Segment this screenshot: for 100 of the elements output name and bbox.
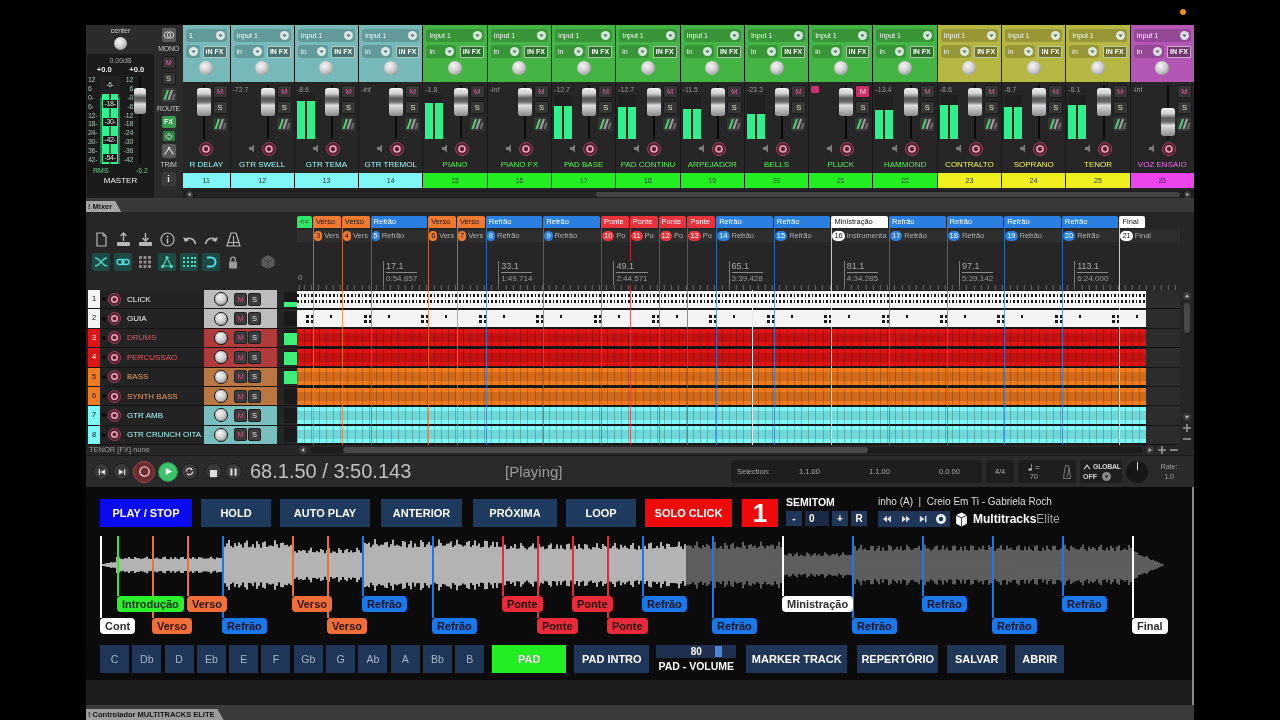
- media-item[interactable]: [297, 368, 1146, 386]
- section-marker[interactable]: Refrão: [1062, 596, 1107, 612]
- speaker-icon[interactable]: [505, 144, 511, 153]
- speaker-icon[interactable]: [634, 144, 640, 153]
- section-marker[interactable]: Refrão: [712, 618, 757, 634]
- metronome-icon[interactable]: [226, 232, 241, 247]
- volume-knob[interactable]: [214, 292, 228, 307]
- record-arm-icon[interactable]: [108, 408, 121, 422]
- snap-toggle[interactable]: [180, 253, 198, 271]
- info-button[interactable]: i: [161, 172, 176, 186]
- section-marker[interactable]: Final: [1132, 618, 1168, 634]
- key-button[interactable]: Db: [132, 645, 162, 673]
- record-arm-icon[interactable]: [108, 350, 121, 364]
- section-marker[interactable]: Refrão: [642, 596, 687, 612]
- record-arm-icon[interactable]: [199, 141, 214, 156]
- fader-track[interactable]: [710, 85, 725, 139]
- key-button[interactable]: C: [100, 645, 129, 673]
- volume-knob[interactable]: [214, 311, 228, 326]
- fader-track[interactable]: [389, 85, 404, 139]
- volume-knob[interactable]: [214, 427, 228, 442]
- fader-thumb[interactable]: [518, 88, 532, 117]
- fader-thumb[interactable]: [260, 88, 275, 117]
- fader-thumb[interactable]: [325, 88, 340, 117]
- section-marker[interactable]: Refrão: [992, 618, 1037, 634]
- semitone-up-button[interactable]: +: [832, 511, 848, 526]
- pad-intro-button[interactable]: PAD INTRO: [574, 645, 650, 673]
- fader-track[interactable]: [582, 85, 597, 139]
- section-marker[interactable]: Refrão: [362, 596, 407, 612]
- record-arm-icon[interactable]: [1033, 141, 1048, 156]
- power-icon[interactable]: [162, 131, 175, 141]
- speaker-icon[interactable]: [955, 144, 961, 153]
- record-arm-icon[interactable]: [904, 141, 919, 156]
- upload-icon[interactable]: [116, 232, 131, 247]
- record-arm-icon[interactable]: [583, 141, 598, 156]
- speaker-icon[interactable]: [827, 144, 833, 153]
- scroll-left-icon[interactable]: [299, 446, 307, 454]
- key-button[interactable]: Bb: [422, 645, 452, 673]
- media-item[interactable]: [297, 290, 1146, 308]
- solo-click-button[interactable]: SOLO CLICK: [645, 499, 732, 527]
- speaker-icon[interactable]: [441, 144, 447, 153]
- speaker-icon[interactable]: [763, 144, 768, 153]
- volume-slider[interactable]: 80: [656, 645, 737, 658]
- speaker-icon[interactable]: [1020, 144, 1026, 153]
- slider-thumb[interactable]: [714, 646, 722, 657]
- previous-button[interactable]: ANTERIOR: [381, 499, 462, 527]
- info-icon[interactable]: [160, 232, 175, 247]
- section-marker[interactable]: Ponte: [537, 618, 578, 634]
- loop-toggle[interactable]: [202, 253, 220, 271]
- fader-thumb[interactable]: [839, 88, 854, 117]
- stripes-icon[interactable]: [984, 117, 999, 131]
- section-marker[interactable]: Refrão: [852, 618, 897, 634]
- record-arm-icon[interactable]: [776, 141, 790, 156]
- key-button[interactable]: B: [455, 645, 485, 673]
- fader-track[interactable]: [839, 85, 854, 139]
- volume-knob[interactable]: [214, 350, 228, 365]
- record-button[interactable]: [133, 460, 155, 483]
- section-marker[interactable]: Introdução: [117, 596, 184, 612]
- input-mode-dropdown[interactable]: [186, 45, 200, 58]
- download-icon[interactable]: [138, 232, 153, 247]
- volume-knob[interactable]: [214, 369, 228, 384]
- stripes-icon[interactable]: [791, 117, 806, 131]
- fader-thumb[interactable]: [1160, 107, 1175, 136]
- speaker-icon[interactable]: [570, 144, 576, 153]
- fader-thumb[interactable]: [903, 88, 918, 117]
- repeat-button[interactable]: [181, 463, 198, 480]
- fader-track[interactable]: [518, 85, 532, 139]
- fast-forward-icon[interactable]: [900, 515, 911, 523]
- section-marker[interactable]: Verso: [187, 596, 227, 612]
- stripes-icon[interactable]: [1176, 117, 1191, 131]
- key-button[interactable]: Eb: [196, 645, 226, 673]
- fader-thumb[interactable]: [1032, 88, 1047, 117]
- record-arm-icon[interactable]: [108, 292, 121, 306]
- section-marker[interactable]: Verso: [292, 596, 332, 612]
- stripes-icon[interactable]: [1112, 117, 1127, 131]
- scroll-right-icon[interactable]: [1146, 446, 1155, 454]
- fader-thumb[interactable]: [775, 88, 790, 117]
- section-marker[interactable]: Verso: [152, 618, 192, 634]
- stripes-icon[interactable]: [1048, 117, 1063, 131]
- semitone-down-button[interactable]: -: [786, 511, 802, 526]
- key-button[interactable]: F: [261, 645, 291, 673]
- fader-track[interactable]: [903, 85, 918, 139]
- zoom-in-icon[interactable]: [1158, 446, 1167, 454]
- record-arm-icon[interactable]: [647, 141, 662, 156]
- pan-knob[interactable]: [114, 37, 127, 50]
- record-arm-icon[interactable]: [711, 141, 726, 156]
- link-toggle[interactable]: [114, 253, 132, 271]
- media-item[interactable]: [297, 406, 1146, 424]
- skip-back-button[interactable]: [93, 463, 110, 480]
- fader-track[interactable]: [453, 85, 468, 139]
- play-stop-button[interactable]: PLAY / STOP: [100, 499, 192, 527]
- speaker-icon[interactable]: [248, 144, 254, 153]
- fader-thumb[interactable]: [582, 88, 597, 117]
- record-arm-icon[interactable]: [968, 141, 983, 156]
- open-button[interactable]: ABRIR: [1015, 645, 1065, 673]
- media-item[interactable]: [297, 426, 1146, 444]
- key-button[interactable]: A: [390, 645, 420, 673]
- section-marker[interactable]: Refrão: [222, 618, 267, 634]
- section-marker[interactable]: Ponte: [502, 596, 543, 612]
- overlapping-circles-icon[interactable]: [161, 28, 176, 42]
- record-arm-icon[interactable]: [518, 141, 533, 156]
